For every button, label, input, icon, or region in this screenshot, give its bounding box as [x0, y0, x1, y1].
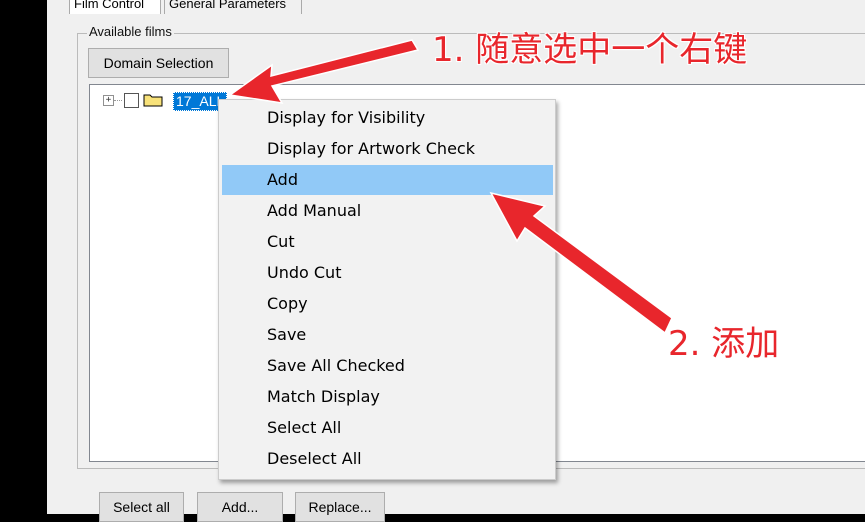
menu-item-deselect-all[interactable]: Deselect All	[222, 444, 553, 474]
available-films-label: Available films	[87, 24, 174, 39]
menu-item-select-all[interactable]: Select All	[222, 413, 553, 443]
menu-item-add-manual[interactable]: Add Manual	[222, 196, 553, 226]
annotation-step-1: 1. 随意选中一个右键	[432, 30, 748, 70]
menu-item-display-for-visibility[interactable]: Display for Visibility	[222, 103, 553, 133]
domain-selection-button[interactable]: Domain Selection	[88, 48, 229, 78]
menu-item-save[interactable]: Save	[222, 320, 553, 350]
annotation-step-2: 2. 添加	[668, 324, 780, 364]
menu-item-display-for-artwork-check[interactable]: Display for Artwork Check	[222, 134, 553, 164]
menu-item-match-display[interactable]: Match Display	[222, 382, 553, 412]
select-all-button[interactable]: Select all	[99, 492, 184, 522]
tab-film-control[interactable]: Film Control	[69, 0, 161, 14]
menu-item-copy[interactable]: Copy	[222, 289, 553, 319]
tree-connector	[114, 100, 122, 101]
folder-icon	[143, 94, 163, 107]
menu-item-cut[interactable]: Cut	[222, 227, 553, 257]
add-button[interactable]: Add...	[197, 492, 283, 522]
expand-icon[interactable]: +	[103, 95, 114, 106]
menu-item-add[interactable]: Add	[222, 165, 553, 195]
replace-button[interactable]: Replace...	[295, 492, 385, 522]
tab-general-parameters[interactable]: General Parameters	[164, 0, 302, 14]
context-menu: Display for Visibility Display for Artwo…	[218, 99, 556, 480]
menu-item-undo-cut[interactable]: Undo Cut	[222, 258, 553, 288]
menu-item-save-all-checked[interactable]: Save All Checked	[222, 351, 553, 381]
tree-item-checkbox[interactable]	[124, 93, 139, 108]
